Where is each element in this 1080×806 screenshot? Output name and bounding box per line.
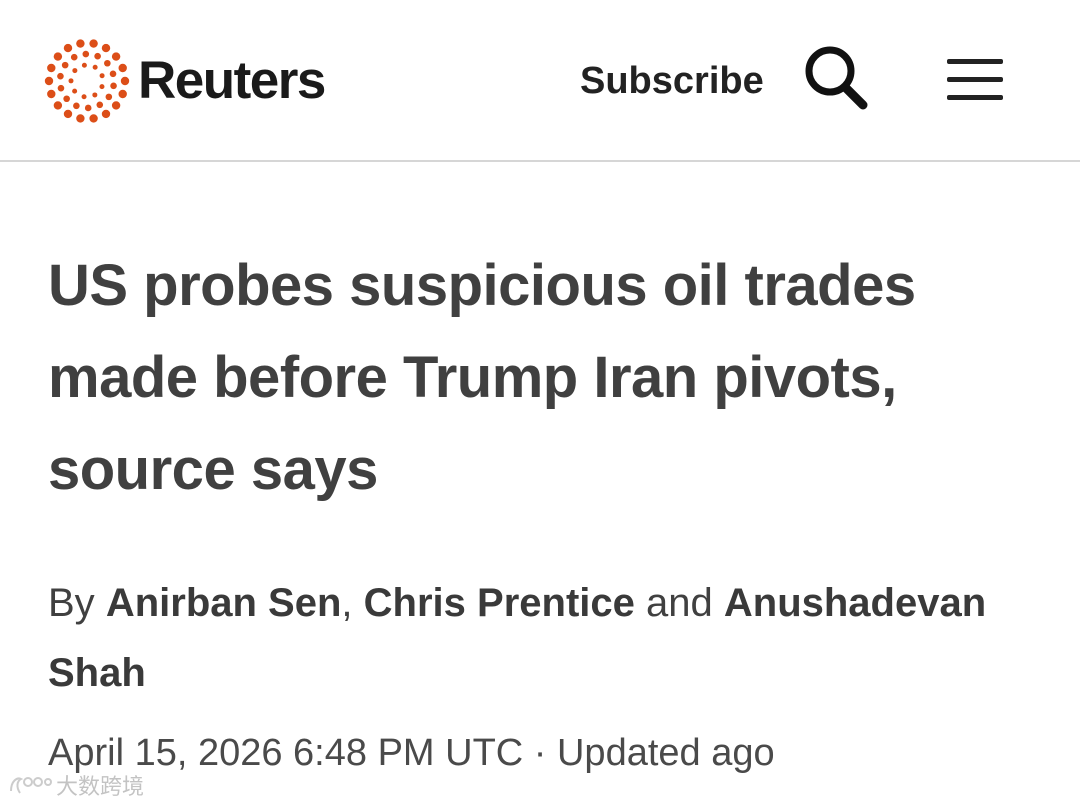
logo-dot bbox=[92, 92, 98, 98]
logo-dot bbox=[89, 39, 98, 48]
watermark-logo-icon bbox=[10, 777, 52, 794]
logo-dot bbox=[61, 61, 69, 69]
article-byline: By Anirban Sen, Chris Prentice and Anush… bbox=[48, 568, 1038, 708]
logo-dot bbox=[120, 76, 130, 86]
logo-dot bbox=[44, 76, 54, 86]
search-icon[interactable] bbox=[803, 44, 869, 112]
logo-dot bbox=[101, 43, 111, 53]
byline-separator: , bbox=[341, 581, 353, 625]
author-link[interactable]: Chris Prentice bbox=[364, 581, 635, 625]
logo-dot bbox=[76, 114, 85, 123]
logo-dot bbox=[109, 70, 117, 78]
watermark: 大数跨境 bbox=[8, 770, 144, 800]
logo-dot bbox=[47, 63, 56, 73]
logo-dot bbox=[63, 95, 70, 103]
byline-and: and bbox=[646, 581, 713, 625]
logo-dot bbox=[47, 89, 56, 99]
logo-dot bbox=[82, 50, 90, 58]
logo-dot bbox=[63, 43, 73, 53]
logo-dot bbox=[81, 94, 87, 100]
logo-dot bbox=[111, 52, 121, 61]
page: Reuters Subscribe US probes suspicious o… bbox=[0, 0, 1080, 806]
logo-dot bbox=[84, 104, 92, 112]
logo-dot bbox=[99, 73, 105, 79]
menu-icon[interactable] bbox=[945, 56, 1005, 102]
logo-dot bbox=[99, 84, 105, 90]
logo-dot bbox=[72, 88, 78, 94]
logo-dot bbox=[118, 63, 127, 73]
logo-dot bbox=[111, 101, 121, 110]
logo-dot bbox=[70, 53, 78, 61]
logo-dot bbox=[105, 93, 113, 101]
logo-dot bbox=[72, 68, 78, 74]
logo-dot bbox=[89, 114, 98, 123]
logo-dot bbox=[104, 59, 111, 67]
reuters-logo-icon[interactable] bbox=[44, 38, 130, 124]
logo-dot bbox=[118, 89, 127, 99]
logo-dot bbox=[96, 101, 104, 109]
logo-dot bbox=[53, 52, 63, 61]
logo-dot bbox=[57, 72, 64, 80]
logo-dot bbox=[63, 109, 73, 119]
logo-dot bbox=[92, 64, 98, 70]
subscribe-button[interactable]: Subscribe bbox=[580, 58, 764, 104]
logo-dot bbox=[76, 39, 85, 48]
brand-wordmark[interactable]: Reuters bbox=[138, 52, 326, 110]
logo-dot bbox=[53, 101, 63, 110]
watermark-text: 大数跨境 bbox=[56, 774, 145, 799]
logo-dot bbox=[73, 102, 80, 110]
logo-dot bbox=[101, 109, 111, 119]
author-link[interactable]: Anirban Sen bbox=[106, 581, 342, 625]
byline-prefix: By bbox=[48, 581, 95, 625]
logo-dot bbox=[81, 62, 87, 68]
article-headline: US probes suspicious oil trades made bef… bbox=[48, 253, 916, 502]
logo-dot bbox=[110, 82, 117, 90]
logo-dot bbox=[94, 52, 101, 60]
logo-dot bbox=[68, 78, 74, 84]
site-header: Reuters Subscribe bbox=[0, 0, 1080, 162]
article-dateline: April 15, 2026 6:48 PM UTC · Updated ago bbox=[48, 732, 775, 774]
logo-dot bbox=[57, 84, 65, 92]
